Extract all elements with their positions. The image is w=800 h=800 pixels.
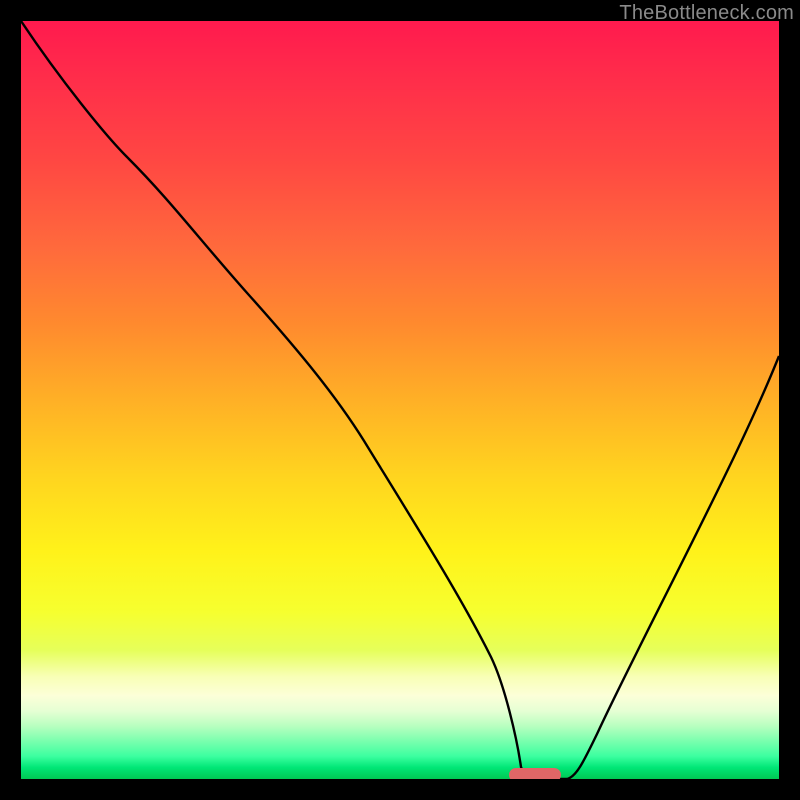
curve-layer (21, 21, 779, 779)
chart-container: TheBottleneck.com (0, 0, 800, 800)
plot-area (21, 21, 779, 779)
bottleneck-curve (21, 21, 779, 779)
optimal-marker (509, 768, 561, 779)
watermark-text: TheBottleneck.com (619, 2, 794, 25)
